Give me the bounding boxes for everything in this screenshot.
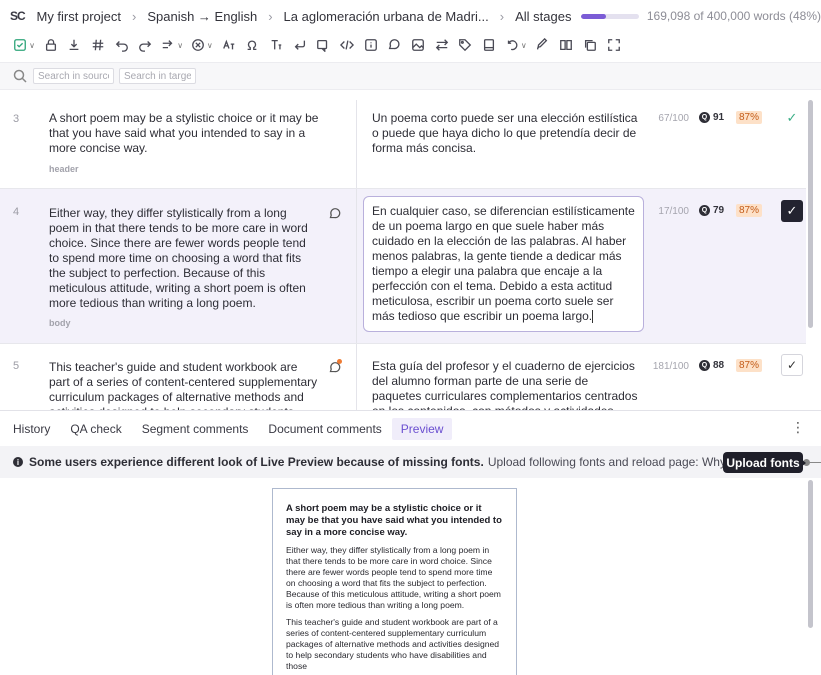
upload-fonts-button[interactable]: Upload fonts [723, 452, 803, 473]
tab-segment-comments[interactable]: Segment comments [132, 422, 259, 436]
unread-dot [337, 359, 342, 364]
book-icon[interactable] [478, 34, 500, 56]
search-icon [13, 69, 27, 83]
segment-scrollbar[interactable] [808, 100, 813, 328]
confirm-icon[interactable]: ∨ [10, 34, 38, 56]
breadcrumb-stage[interactable]: All stages [515, 9, 571, 24]
segment-list: 3 A short poem may be a stylistic choice… [0, 100, 806, 410]
column-divider [356, 100, 357, 188]
comment-icon[interactable] [328, 359, 342, 374]
expand-icon[interactable] [603, 34, 625, 56]
enter-icon[interactable] [289, 34, 311, 56]
book-open-icon[interactable] [555, 34, 577, 56]
segment-row-active[interactable]: 4 Either way, they differ stylistically … [0, 189, 806, 344]
quality-icon: Q [699, 112, 710, 123]
info-icon: i [13, 457, 23, 467]
segment-target[interactable]: Esta guía del profesor y el cuaderno de … [372, 359, 638, 410]
segment-row[interactable]: 3 A short poem may be a stylistic choice… [0, 100, 806, 189]
undo-icon[interactable] [111, 34, 133, 56]
app-logo[interactable]: SC [10, 9, 36, 23]
more-options-icon[interactable]: ⋮ [791, 420, 805, 434]
brush-icon[interactable] [531, 34, 553, 56]
editor-toolbar: ∨ ∨ ∨ ∨ [0, 32, 821, 58]
breadcrumb-bar: SC My first project › Spanish → English … [0, 0, 821, 32]
tab-document-comments[interactable]: Document comments [258, 422, 391, 436]
quality-icon: Q [699, 205, 710, 216]
confirm-button[interactable]: ✓ [781, 354, 803, 376]
check-icon[interactable]: ✓ [783, 110, 801, 128]
code-icon[interactable] [336, 34, 358, 56]
live-preview: A short poem may be a stylistic choice o… [0, 478, 821, 675]
comment-icon[interactable] [328, 207, 341, 220]
segment-tag: body [49, 318, 71, 328]
tab-preview[interactable]: Preview [391, 417, 453, 440]
bottom-panel-tabs: History QA check Segment comments Docume… [0, 410, 821, 446]
redo-icon[interactable] [134, 34, 156, 56]
match-badge: 87% [736, 111, 763, 124]
segment-target[interactable]: Un poema corto puede ser una elección es… [372, 111, 638, 156]
segment-source: This teacher's guide and student workboo… [49, 360, 318, 410]
info-box-icon[interactable] [360, 34, 382, 56]
match-badge: 87% [736, 359, 763, 372]
hash-icon[interactable] [87, 34, 109, 56]
preview-heading: A short poem may be a stylistic choice o… [286, 503, 502, 538]
char-count: 67/100 [658, 113, 689, 124]
omega-icon[interactable] [241, 34, 263, 56]
confirm-button[interactable]: ✓ [781, 200, 803, 222]
propagate-icon[interactable]: ∨ [158, 34, 186, 56]
tooltip-arrow [801, 459, 806, 467]
tab-history[interactable]: History [13, 422, 60, 436]
notice-title: Some users experience different look of … [29, 455, 484, 469]
column-divider [356, 344, 357, 410]
text-format-icon[interactable] [265, 34, 287, 56]
breadcrumb-project[interactable]: My first project [36, 9, 121, 24]
breadcrumb-document[interactable]: La aglomeración urbana de Madri... [284, 9, 489, 24]
clear-icon[interactable]: ∨ [188, 34, 216, 56]
match-badge: 87% [736, 204, 763, 217]
copy-icon[interactable] [579, 34, 601, 56]
tag-icon[interactable] [454, 34, 476, 56]
chevron-right-icon: › [268, 8, 273, 24]
case-icon[interactable] [218, 34, 240, 56]
swap-icon[interactable] [431, 34, 453, 56]
search-target-input[interactable] [119, 68, 196, 84]
segment-tag: header [49, 164, 79, 174]
copy-source-icon[interactable] [312, 34, 334, 56]
segment-number: 4 [13, 206, 20, 218]
preview-paragraph: This teacher's guide and student workboo… [286, 617, 500, 671]
chevron-right-icon: › [132, 8, 137, 24]
lock-icon[interactable] [40, 34, 62, 56]
notice-text: Upload following fonts and reload page: … [487, 455, 736, 469]
progress-fill [581, 13, 606, 19]
tab-qa-check[interactable]: QA check [60, 422, 131, 436]
chevron-right-icon: › [499, 8, 505, 24]
segment-row[interactable]: 5 This teacher's guide and student workb… [0, 344, 806, 410]
char-count: 17/100 [658, 206, 689, 217]
qa-score[interactable]: Q 79 [699, 205, 724, 216]
segment-source: Either way, they differ stylistically fr… [49, 206, 308, 310]
preview-scrollbar[interactable] [808, 480, 813, 628]
segment-number: 5 [13, 360, 20, 372]
segment-source: A short poem may be a stylistic choice o… [49, 111, 319, 155]
preview-paragraph: Either way, they differ stylistically fr… [286, 545, 501, 610]
history-icon[interactable]: ∨ [502, 34, 530, 56]
qa-score[interactable]: Q 91 [699, 112, 724, 123]
comment-icon[interactable] [383, 34, 405, 56]
word-count: 169,098 of 400,000 words (48%) [646, 9, 821, 23]
qa-score[interactable]: Q 88 [699, 360, 724, 371]
preview-document: A short poem may be a stylistic choice o… [272, 488, 517, 675]
image-icon[interactable] [407, 34, 429, 56]
progress-bar [581, 13, 639, 19]
column-divider [356, 189, 357, 343]
char-count: 181/100 [652, 361, 689, 372]
missing-fonts-notice: i Some users experience different look o… [0, 446, 821, 478]
download-icon[interactable] [63, 34, 85, 56]
text-cursor [592, 310, 594, 324]
quality-icon: Q [699, 360, 710, 371]
search-bar [0, 62, 821, 90]
search-source-input[interactable] [33, 68, 114, 84]
breadcrumb-language-pair[interactable]: Spanish → English [147, 9, 257, 24]
segment-target-editor[interactable]: En cualquier caso, se diferencian estilí… [363, 196, 644, 332]
segment-number: 3 [13, 113, 20, 125]
